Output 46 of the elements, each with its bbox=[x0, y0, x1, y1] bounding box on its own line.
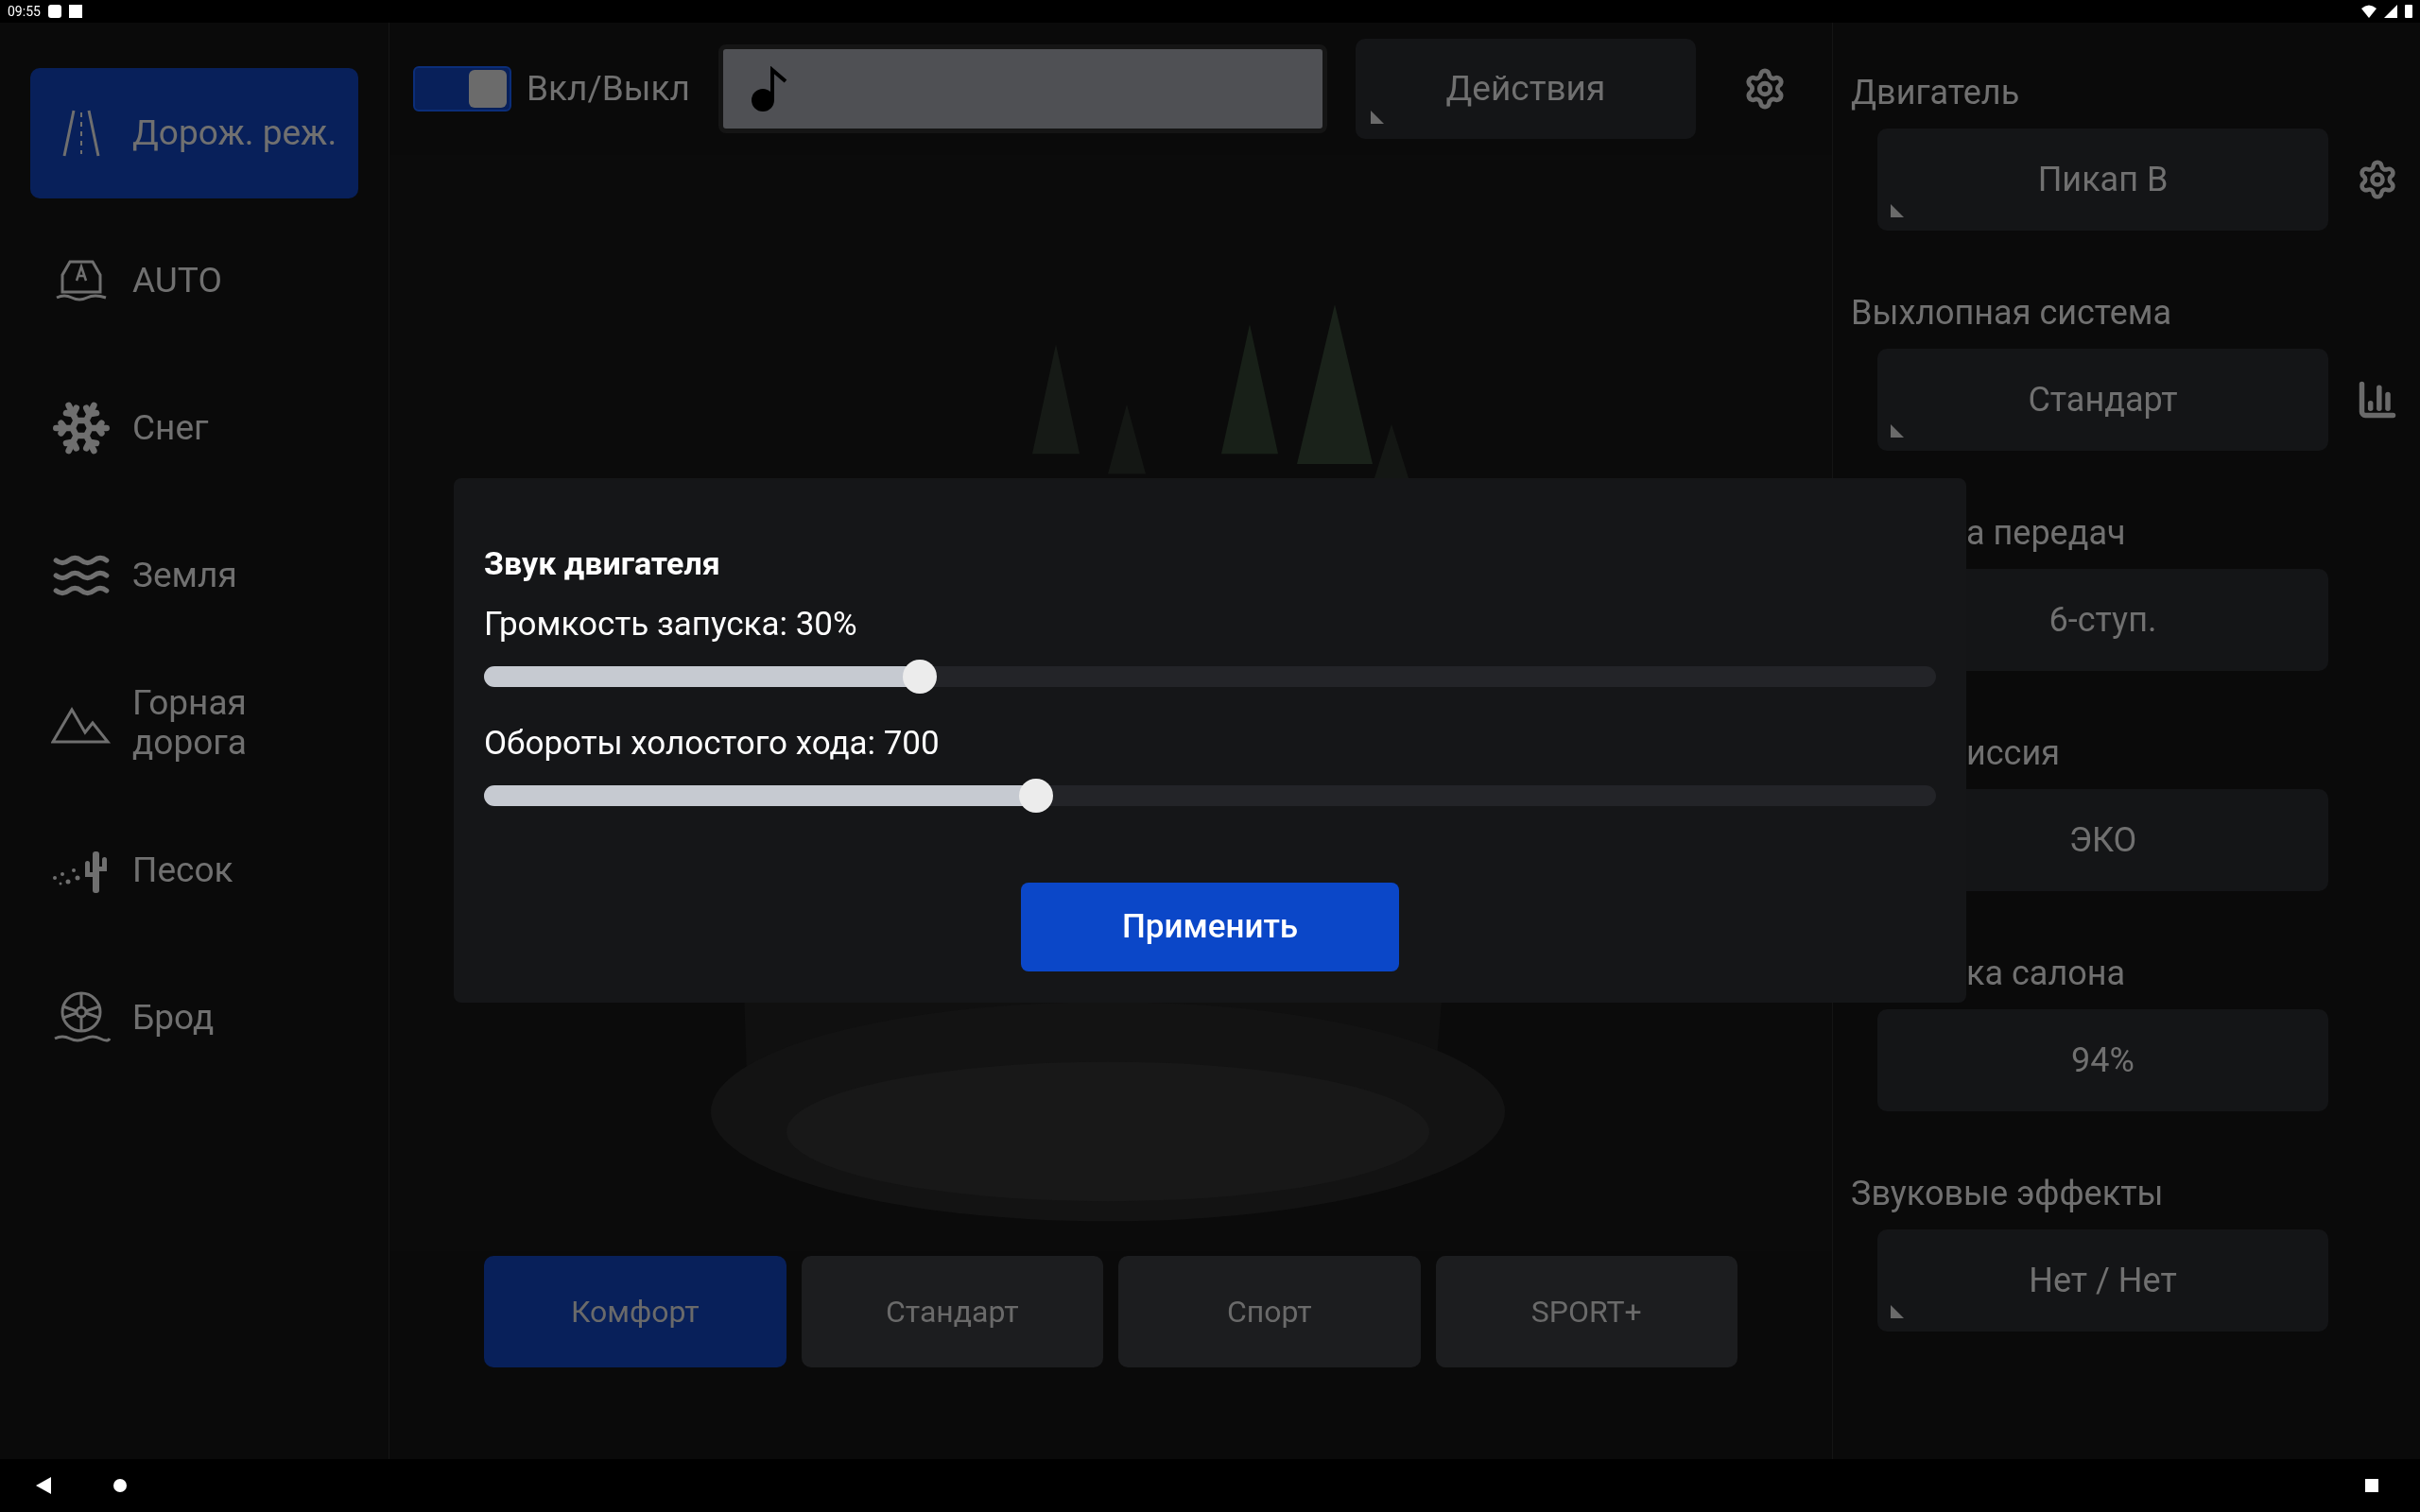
drive-mode-item[interactable]: Горная дорога bbox=[30, 658, 358, 788]
corner-triangle-icon bbox=[1891, 1305, 1904, 1318]
slider[interactable] bbox=[484, 660, 1936, 694]
setting-dropdown[interactable]: Пикап B bbox=[1877, 129, 2328, 231]
apply-button[interactable]: Применить bbox=[1021, 883, 1399, 971]
mode-tab[interactable]: Спорт bbox=[1118, 1256, 1421, 1367]
drive-mode-item[interactable]: Песок bbox=[30, 805, 358, 936]
settings-icon[interactable] bbox=[2357, 159, 2398, 200]
bar-chart-icon[interactable] bbox=[2357, 379, 2398, 421]
music-note-icon bbox=[749, 66, 787, 112]
setting-dropdown[interactable]: Нет / Нет bbox=[1877, 1229, 2328, 1332]
mode-tab[interactable]: Стандарт bbox=[801, 1256, 1103, 1367]
slider[interactable] bbox=[484, 779, 1936, 813]
toggle-label: Вкл/Выкл bbox=[527, 67, 690, 112]
setting-label: иссия bbox=[1966, 732, 2060, 775]
wifi-icon bbox=[2361, 5, 2377, 18]
setting-label: Выхлопная система bbox=[1851, 292, 2172, 335]
drive-mode-item[interactable]: Снег bbox=[30, 363, 358, 493]
slider-label: Громкость запуска: 30% bbox=[484, 604, 857, 645]
status-time: 09:55 bbox=[8, 5, 41, 18]
notification-icon bbox=[47, 5, 61, 18]
drive-mode-item[interactable]: Земля bbox=[30, 510, 358, 641]
drive-mode-item[interactable]: AUTO bbox=[30, 215, 358, 346]
drive-mode-item[interactable]: Дорож. реж. bbox=[30, 68, 358, 198]
home-icon[interactable] bbox=[113, 1479, 127, 1492]
mode-tab[interactable]: SPORT+ bbox=[1435, 1256, 1737, 1367]
actions-dropdown[interactable]: Действия bbox=[1355, 39, 1696, 139]
setting-dropdown[interactable]: 94% bbox=[1877, 1009, 2328, 1111]
notification-icon bbox=[68, 5, 82, 18]
setting-label: а передач bbox=[1966, 512, 2126, 555]
corner-triangle-icon bbox=[1891, 204, 1904, 217]
setting-label: Звуковые эффекты bbox=[1851, 1173, 2164, 1215]
drive-mode-item[interactable]: Брод bbox=[30, 953, 358, 1083]
signal-icon bbox=[2384, 5, 2397, 18]
setting-dropdown[interactable]: Стандарт bbox=[1877, 349, 2328, 451]
setting-label: ка салона bbox=[1966, 953, 2126, 995]
setting-label: Двигатель bbox=[1851, 72, 2020, 114]
toggle-switch[interactable] bbox=[413, 66, 511, 112]
dialog-title: Звук двигателя bbox=[484, 543, 720, 584]
mode-tab[interactable]: Комфорт bbox=[484, 1256, 786, 1367]
corner-triangle-icon bbox=[1891, 424, 1904, 438]
corner-triangle-icon bbox=[1370, 111, 1384, 124]
sound-field[interactable] bbox=[717, 44, 1327, 133]
slider-label: Обороты холостого хода: 700 bbox=[484, 723, 940, 765]
battery-icon bbox=[2405, 5, 2412, 18]
back-icon[interactable] bbox=[36, 1477, 51, 1494]
